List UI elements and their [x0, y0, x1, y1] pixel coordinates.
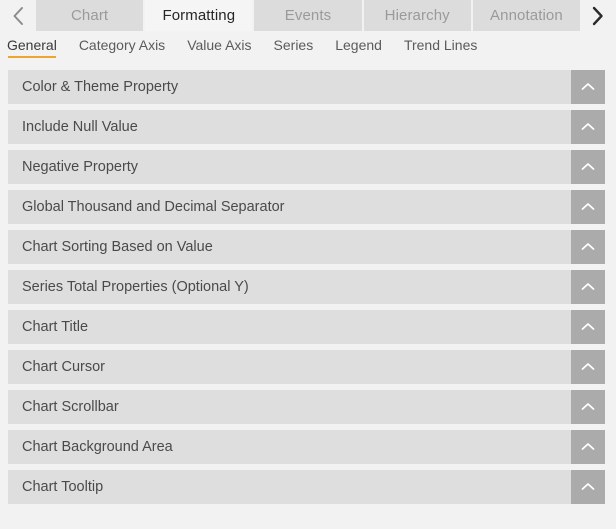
section-collapse-button[interactable] [571, 470, 605, 504]
section-label: Color & Theme Property [22, 78, 179, 95]
tab-formatting-label: Formatting [162, 7, 236, 24]
section-collapse-button[interactable] [571, 230, 605, 264]
section-collapse-button[interactable] [571, 390, 605, 424]
section-label: Negative Property [22, 158, 139, 175]
chevron-up-icon [579, 321, 597, 333]
section-row-chart-tooltip[interactable]: Chart Tooltip [8, 470, 605, 504]
chevron-up-icon [579, 441, 597, 453]
section-row-include-null-value[interactable]: Include Null Value [8, 110, 605, 144]
section-row-chart-title[interactable]: Chart Title [8, 310, 605, 344]
subtab-value-axis[interactable]: Value Axis [187, 37, 251, 58]
tab-annotation[interactable]: Annotation [472, 0, 581, 31]
section-collapse-button[interactable] [571, 430, 605, 464]
section-row-global-thousand-and-decimal-separator[interactable]: Global Thousand and Decimal Separator [8, 190, 605, 224]
section-label: Global Thousand and Decimal Separator [22, 198, 285, 215]
section-label: Include Null Value [22, 118, 138, 135]
section-row-chart-scrollbar[interactable]: Chart Scrollbar [8, 390, 605, 424]
section-collapse-button[interactable] [571, 110, 605, 144]
section-row-series-total-properties[interactable]: Series Total Properties (Optional Y) [8, 270, 605, 304]
tab-chart[interactable]: Chart [36, 0, 146, 31]
chevron-up-icon [579, 481, 597, 493]
chevron-up-icon [579, 161, 597, 173]
section-row-chart-background-area[interactable]: Chart Background Area [8, 430, 605, 464]
section-label: Chart Sorting Based on Value [22, 238, 213, 255]
primary-tabs: Chart Formatting Events Hierarchy Annota… [36, 0, 581, 31]
section-label: Chart Background Area [22, 438, 173, 455]
subtab-series-label: Series [273, 37, 314, 53]
chevron-up-icon [579, 81, 597, 93]
tab-scroll-prev-button[interactable] [0, 0, 36, 31]
subtab-legend-label: Legend [335, 37, 382, 53]
subtab-category-axis-label: Category Axis [78, 37, 166, 53]
chevron-up-icon [579, 281, 597, 293]
tab-annotation-label: Annotation [490, 7, 563, 24]
subtab-series[interactable]: Series [274, 37, 314, 58]
chevron-right-icon [590, 5, 606, 27]
section-row-color-theme-property[interactable]: Color & Theme Property [8, 70, 605, 104]
formatting-section-list: Color & Theme Property Include Null Valu… [0, 64, 616, 504]
formatting-subtab-bar: General Category Axis Value Axis Series … [0, 31, 616, 64]
section-collapse-button[interactable] [571, 270, 605, 304]
subtab-trend-lines[interactable]: Trend Lines [404, 37, 477, 58]
section-label: Chart Title [22, 318, 89, 335]
chevron-up-icon [579, 361, 597, 373]
tab-chart-label: Chart [71, 7, 109, 24]
section-collapse-button[interactable] [571, 70, 605, 104]
section-label: Chart Scrollbar [22, 398, 119, 415]
subtab-trend-lines-label: Trend Lines [403, 37, 478, 53]
section-label: Series Total Properties (Optional Y) [22, 278, 249, 295]
tab-formatting[interactable]: Formatting [145, 0, 255, 31]
subtab-category-axis[interactable]: Category Axis [79, 37, 165, 58]
tab-hierarchy-label: Hierarchy [384, 7, 450, 24]
subtab-legend[interactable]: Legend [335, 37, 382, 58]
subtab-general-label: General [7, 37, 57, 53]
tab-events-label: Events [284, 7, 332, 24]
chevron-left-icon [10, 5, 26, 27]
section-row-chart-cursor[interactable]: Chart Cursor [8, 350, 605, 384]
section-row-chart-sorting-based-on-value[interactable]: Chart Sorting Based on Value [8, 230, 605, 264]
section-collapse-button[interactable] [571, 190, 605, 224]
primary-tab-bar: Chart Formatting Events Hierarchy Annota… [0, 0, 616, 31]
tab-events[interactable]: Events [254, 0, 364, 31]
chevron-up-icon [579, 401, 597, 413]
section-collapse-button[interactable] [571, 350, 605, 384]
section-row-negative-property[interactable]: Negative Property [8, 150, 605, 184]
section-label: Chart Tooltip [22, 478, 104, 495]
tab-hierarchy[interactable]: Hierarchy [363, 0, 473, 31]
chevron-up-icon [579, 121, 597, 133]
section-label: Chart Cursor [22, 358, 105, 375]
chevron-up-icon [579, 241, 597, 253]
tab-scroll-next-button[interactable] [580, 0, 616, 31]
chevron-up-icon [579, 201, 597, 213]
subtab-value-axis-label: Value Axis [187, 37, 252, 53]
section-collapse-button[interactable] [571, 150, 605, 184]
subtab-general[interactable]: General [7, 37, 57, 58]
section-collapse-button[interactable] [571, 310, 605, 344]
